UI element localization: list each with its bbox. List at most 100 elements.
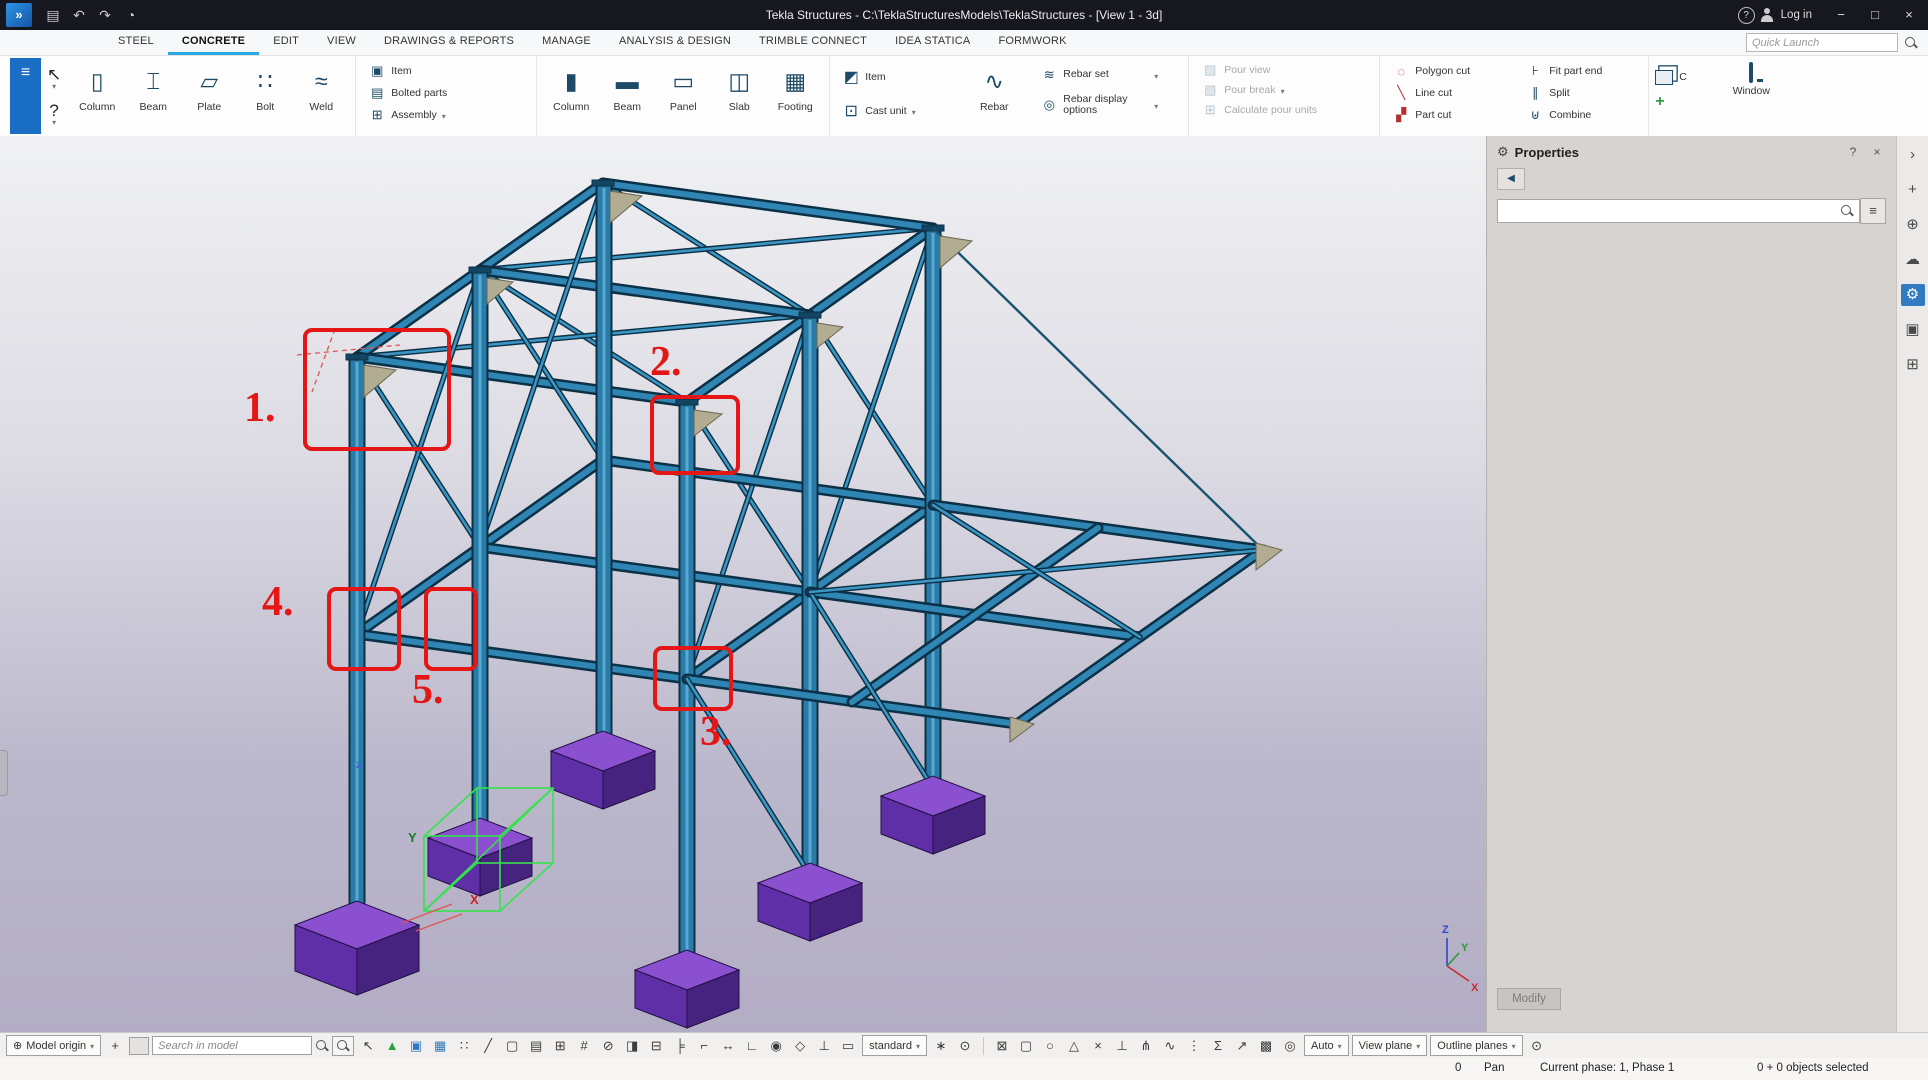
properties-search-input[interactable]: [1497, 199, 1860, 223]
tab-formwork[interactable]: FORMWORK: [984, 30, 1080, 55]
steel-plate-tool[interactable]: ▱Plate: [181, 60, 237, 113]
save-icon[interactable]: ▤: [40, 7, 66, 24]
polygon-cut-tool[interactable]: ◌Polygon cut: [1386, 60, 1476, 82]
snap-nearest-icon[interactable]: ⊘: [597, 1036, 619, 1056]
properties-back-button[interactable]: ◀: [1497, 168, 1525, 190]
add-object-tool[interactable]: +: [1655, 93, 1664, 111]
snap-visibility-icon[interactable]: ⊙: [954, 1036, 976, 1056]
assembly-tool[interactable]: ⊞Assembly: [362, 104, 452, 126]
zoom-window-icon[interactable]: ▢: [1015, 1036, 1037, 1056]
steel-bolt-tool[interactable]: ∷Bolt: [237, 60, 293, 113]
rebar-display-options-tool[interactable]: ◎Rebar display options: [1034, 90, 1164, 120]
intersection-icon[interactable]: ⋔: [1135, 1036, 1157, 1056]
caret-down-icon[interactable]: [912, 102, 916, 120]
target-icon[interactable]: ◎: [1279, 1036, 1301, 1056]
redo-icon[interactable]: ↷: [92, 7, 118, 24]
applications-icon[interactable]: ⊞: [1901, 354, 1925, 376]
auto-dropdown[interactable]: Auto: [1304, 1035, 1349, 1056]
caret-down-icon[interactable]: [1154, 66, 1158, 84]
create-object-tool[interactable]: C: [1655, 60, 1687, 93]
more-tools-icon[interactable]: ⋮: [1183, 1036, 1205, 1056]
model-viewport[interactable]: Y X z Z Y X 1. 2.: [0, 136, 1486, 1032]
minimize-button[interactable]: −: [1826, 2, 1856, 28]
select-components-icon[interactable]: #: [573, 1036, 595, 1056]
search-icon[interactable]: [1904, 36, 1918, 50]
snap-ortho-icon[interactable]: ∟: [741, 1036, 763, 1056]
item-tool[interactable]: ▣Item: [362, 60, 417, 82]
search-icon[interactable]: [1840, 204, 1854, 218]
quick-launch-input[interactable]: [1746, 33, 1898, 52]
part-cut-tool[interactable]: ▞Part cut: [1386, 104, 1457, 126]
concrete-footing-tool[interactable]: ▦Footing: [767, 60, 823, 113]
model-search-input[interactable]: [152, 1036, 312, 1055]
components-catalog-icon[interactable]: ▣: [1901, 319, 1925, 341]
combine-tool[interactable]: ⊎Combine: [1520, 104, 1597, 126]
reference-models-icon[interactable]: ⊕: [1901, 214, 1925, 236]
maximize-button[interactable]: □: [1860, 2, 1890, 28]
select-lines-icon[interactable]: ╱: [477, 1036, 499, 1056]
measure-icon[interactable]: Σ: [1207, 1036, 1229, 1056]
add-point-button[interactable]: +: [104, 1036, 126, 1056]
rebar-set-tool[interactable]: ≋Rebar set: [1034, 60, 1164, 90]
split-tool[interactable]: ∥Split: [1520, 82, 1575, 104]
undo-icon[interactable]: ↶: [66, 7, 92, 24]
add-panel-icon[interactable]: +: [1901, 179, 1925, 201]
snap-plane-icon[interactable]: ◨: [621, 1036, 643, 1056]
context-help-button[interactable]: ?▾: [47, 102, 61, 126]
select-pointer-icon[interactable]: ↖: [357, 1036, 379, 1056]
trimble-cloud-icon[interactable]: ☁: [1901, 249, 1925, 271]
erase-icon[interactable]: ×: [1087, 1036, 1109, 1056]
properties-close-icon[interactable]: ×: [1868, 145, 1886, 159]
curve-tool-icon[interactable]: ∿: [1159, 1036, 1181, 1056]
select-points-icon[interactable]: ∷: [453, 1036, 475, 1056]
selection-filter-dropdown[interactable]: standard: [862, 1035, 927, 1056]
fly-icon[interactable]: △: [1063, 1036, 1085, 1056]
origin-box-button[interactable]: [129, 1037, 149, 1055]
select-area-icon[interactable]: ▲: [381, 1036, 403, 1056]
search-settings-button[interactable]: [332, 1036, 354, 1056]
tab-concrete[interactable]: CONCRETE: [168, 30, 259, 55]
snap-grid-icon[interactable]: ▦: [429, 1036, 451, 1056]
tab-manage[interactable]: MANAGE: [528, 30, 605, 55]
login-button[interactable]: Log in: [1781, 9, 1812, 21]
concrete-item-tool[interactable]: ◩Item: [836, 60, 891, 94]
modify-button[interactable]: Modify: [1497, 988, 1561, 1010]
concrete-beam-tool[interactable]: ▬Beam: [599, 60, 655, 113]
line-cut-tool[interactable]: ╲Line cut: [1386, 82, 1458, 104]
clip-plane-icon[interactable]: ⊠: [991, 1036, 1013, 1056]
close-button[interactable]: ×: [1894, 2, 1924, 28]
select-faces-icon[interactable]: ▢: [501, 1036, 523, 1056]
select-tool-button[interactable]: ↖▾: [47, 66, 61, 90]
snap-corner-icon[interactable]: ⌐: [693, 1036, 715, 1056]
visibility-eye-icon[interactable]: ⊙: [1526, 1036, 1548, 1056]
hatch-icon[interactable]: ▩: [1255, 1036, 1277, 1056]
concrete-slab-tool[interactable]: ◫Slab: [711, 60, 767, 113]
snap-midpoint-icon[interactable]: ⊟: [645, 1036, 667, 1056]
history-icon[interactable]: ◔: [118, 7, 144, 23]
snap-endpoint-icon[interactable]: ╞: [669, 1036, 691, 1056]
collapse-panel-icon[interactable]: ›: [1901, 144, 1925, 166]
properties-help-icon[interactable]: ?: [1844, 145, 1862, 159]
perpendicular-icon[interactable]: ⊥: [1111, 1036, 1133, 1056]
snap-any-point-icon[interactable]: ◇: [789, 1036, 811, 1056]
concrete-column-tool[interactable]: ▮Column: [543, 60, 599, 113]
tab-analysis-design[interactable]: ANALYSIS & DESIGN: [605, 30, 745, 55]
properties-panel-icon[interactable]: ⚙: [1901, 284, 1925, 306]
snap-extension-icon[interactable]: ↔: [717, 1036, 739, 1056]
search-icon[interactable]: [315, 1039, 329, 1053]
select-plates-icon[interactable]: ▤: [525, 1036, 547, 1056]
tab-steel[interactable]: STEEL: [104, 30, 168, 55]
tab-drawings-reports[interactable]: DRAWINGS & REPORTS: [370, 30, 528, 55]
bolted-parts-tool[interactable]: ▤Bolted parts: [362, 82, 453, 104]
outline-planes-dropdown[interactable]: Outline planes: [1430, 1035, 1522, 1056]
fit-part-end-tool[interactable]: ⊦Fit part end: [1520, 60, 1608, 82]
tab-idea-statica[interactable]: IDEA STATICA: [881, 30, 984, 55]
caret-down-icon[interactable]: [1154, 96, 1158, 114]
view-plane-dropdown[interactable]: View plane: [1352, 1035, 1428, 1056]
select-assemblies-icon[interactable]: ⊞: [549, 1036, 571, 1056]
orbit-icon[interactable]: ○: [1039, 1036, 1061, 1056]
concrete-panel-tool[interactable]: ▭Panel: [655, 60, 711, 113]
snap-perpendicular-icon[interactable]: ⊥: [813, 1036, 835, 1056]
tab-edit[interactable]: EDIT: [259, 30, 313, 55]
tab-trimble-connect[interactable]: TRIMBLE CONNECT: [745, 30, 881, 55]
